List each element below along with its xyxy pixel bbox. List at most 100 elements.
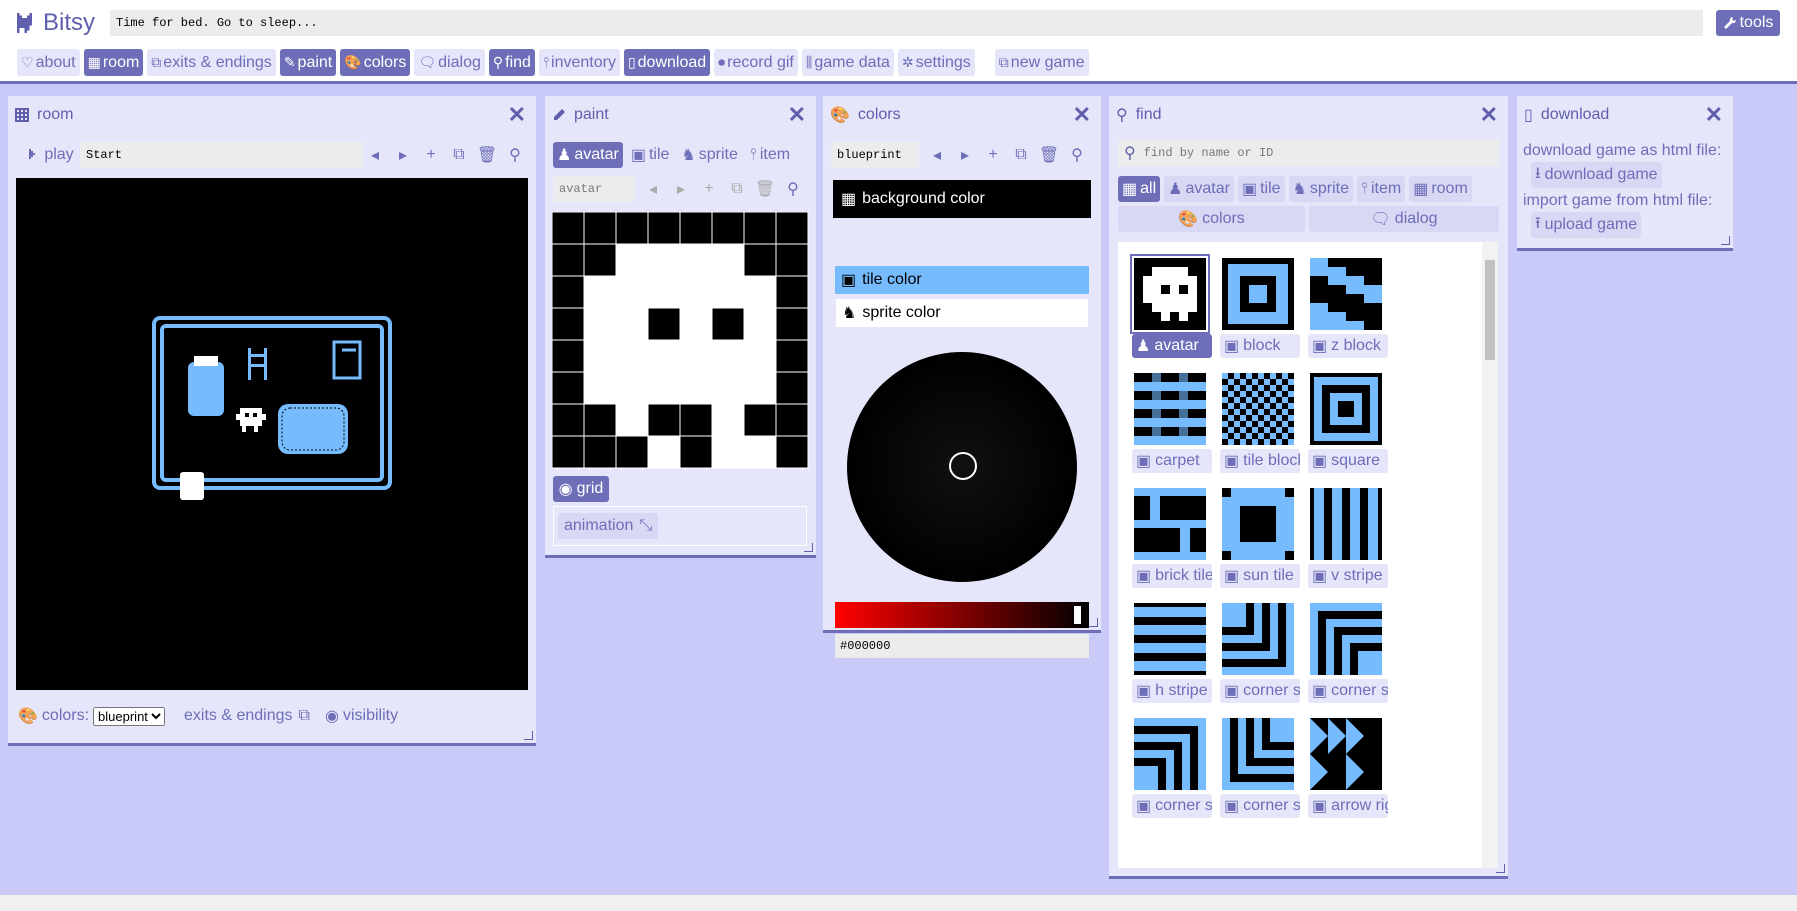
filter-avatar[interactable]: ♟ avatar bbox=[1164, 176, 1234, 202]
filter-all[interactable]: ▦ all bbox=[1118, 176, 1161, 202]
paint-pixel[interactable] bbox=[711, 275, 745, 309]
scrollbar-thumb[interactable] bbox=[1485, 260, 1495, 360]
paint-pixel[interactable] bbox=[615, 275, 649, 309]
close-icon[interactable]: ✕ bbox=[788, 102, 806, 128]
gallery-item[interactable]: ▣corner stripe bbox=[1308, 601, 1390, 716]
room-canvas[interactable] bbox=[16, 178, 528, 690]
palette-name-input[interactable]: blueprint bbox=[831, 142, 919, 168]
paint-tab-item[interactable]: ⫯ item bbox=[745, 142, 795, 168]
nav-settings[interactable]: ✲ settings bbox=[897, 49, 975, 76]
paint-pixel[interactable] bbox=[775, 435, 809, 469]
paint-pixel[interactable] bbox=[647, 371, 681, 405]
prev-drawing-button[interactable]: ◂ bbox=[641, 176, 665, 202]
paint-pixel[interactable] bbox=[615, 211, 649, 245]
tile-color-option[interactable]: ▣ tile color bbox=[835, 266, 1089, 294]
gallery-item[interactable]: ▣ square bbox=[1308, 371, 1390, 486]
paint-pixel[interactable] bbox=[775, 211, 809, 245]
background-color-option[interactable]: ▦ background color bbox=[833, 180, 1091, 218]
gallery-item[interactable]: ▣ brick tile bbox=[1132, 486, 1214, 601]
exits-endings-button[interactable]: exits & endings ⧉ bbox=[178, 702, 316, 730]
paint-pixel[interactable] bbox=[615, 339, 649, 373]
paint-pixel[interactable] bbox=[743, 435, 777, 469]
nav-paint[interactable]: ✎ paint bbox=[279, 49, 337, 76]
paint-pixel[interactable] bbox=[775, 275, 809, 309]
brightness-slider[interactable] bbox=[835, 602, 1089, 628]
paint-pixel[interactable] bbox=[551, 243, 585, 277]
nav-download[interactable]: ▯ download bbox=[623, 49, 711, 76]
animation-button[interactable]: animation ⤡ bbox=[558, 513, 659, 539]
paint-pixel[interactable] bbox=[711, 371, 745, 405]
upload-game-button[interactable]: ⭱ upload game bbox=[1531, 212, 1642, 238]
paint-pixel[interactable] bbox=[615, 371, 649, 405]
nav-record-gif[interactable]: ⏺ record gif bbox=[714, 49, 798, 76]
paint-pixel[interactable] bbox=[551, 339, 585, 373]
gallery-item[interactable]: ▣ tile block bbox=[1220, 371, 1302, 486]
nav-dialog[interactable]: 🗨 dialog bbox=[414, 49, 485, 76]
filter-tile[interactable]: ▣ tile bbox=[1237, 176, 1285, 202]
paint-pixel[interactable] bbox=[647, 211, 681, 245]
paint-pixel[interactable] bbox=[743, 307, 777, 341]
paint-pixel[interactable] bbox=[647, 243, 681, 277]
close-icon[interactable]: ✕ bbox=[1073, 102, 1091, 128]
paint-pixel[interactable] bbox=[743, 243, 777, 277]
hex-color-input[interactable]: #000000 bbox=[835, 634, 1089, 658]
paint-canvas[interactable] bbox=[551, 211, 809, 469]
delete-drawing-button[interactable]: 🗑 bbox=[753, 176, 777, 202]
delete-room-button[interactable]: 🗑 bbox=[475, 142, 499, 168]
paint-pixel[interactable] bbox=[551, 371, 585, 405]
paint-pixel[interactable] bbox=[615, 435, 649, 469]
gallery-scrollbar[interactable] bbox=[1482, 242, 1498, 868]
filter-item[interactable]: ⫯ item bbox=[1357, 176, 1406, 202]
paint-pixel[interactable] bbox=[679, 275, 713, 309]
paint-pixel[interactable] bbox=[743, 371, 777, 405]
paint-tab-avatar[interactable]: ♟ avatar bbox=[553, 142, 623, 168]
paint-pixel[interactable] bbox=[679, 243, 713, 277]
add-room-button[interactable]: + bbox=[419, 142, 443, 168]
resize-handle[interactable] bbox=[1721, 236, 1730, 245]
tools-button[interactable]: tools bbox=[1716, 10, 1780, 36]
paint-pixel[interactable] bbox=[775, 307, 809, 341]
paint-pixel[interactable] bbox=[647, 435, 681, 469]
paint-tab-sprite[interactable]: ♞ sprite bbox=[677, 142, 742, 168]
next-drawing-button[interactable]: ▸ bbox=[669, 176, 693, 202]
brightness-slider-thumb[interactable] bbox=[1073, 605, 1082, 625]
gallery-item[interactable]: ▣ sun tile bbox=[1220, 486, 1302, 601]
gallery-item[interactable]: ▣ h stripe bbox=[1132, 601, 1214, 716]
close-icon[interactable]: ✕ bbox=[1705, 102, 1723, 128]
paint-pixel[interactable] bbox=[711, 211, 745, 245]
paint-pixel[interactable] bbox=[647, 403, 681, 437]
paint-pixel[interactable] bbox=[679, 307, 713, 341]
visibility-button[interactable]: ◉ visibility bbox=[319, 702, 405, 730]
gallery-item[interactable]: ▣corner stripe bbox=[1132, 716, 1214, 831]
close-icon[interactable]: ✕ bbox=[1480, 102, 1498, 128]
filter-colors[interactable]: 🎨 colors bbox=[1118, 206, 1305, 232]
color-wheel-cursor[interactable] bbox=[949, 452, 977, 480]
resize-handle[interactable] bbox=[524, 731, 533, 740]
next-room-button[interactable]: ▸ bbox=[391, 142, 415, 168]
gallery-item[interactable]: ▣corner stripe bbox=[1220, 601, 1302, 716]
nav-new-game[interactable]: ⧉ new game bbox=[994, 49, 1089, 76]
paint-pixel[interactable] bbox=[775, 403, 809, 437]
find-room-button[interactable]: ⚲ bbox=[503, 142, 527, 168]
paint-pixel[interactable] bbox=[583, 435, 617, 469]
find-drawing-button[interactable]: ⚲ bbox=[781, 176, 805, 202]
color-wheel[interactable] bbox=[847, 352, 1077, 582]
grid-toggle-button[interactable]: ◉ grid bbox=[553, 476, 609, 502]
game-title-input[interactable] bbox=[110, 10, 1703, 36]
duplicate-palette-button[interactable]: ⧉ bbox=[1009, 142, 1033, 168]
paint-pixel[interactable] bbox=[583, 339, 617, 373]
paint-pixel[interactable] bbox=[679, 403, 713, 437]
paint-pixel[interactable] bbox=[775, 243, 809, 277]
paint-pixel[interactable] bbox=[551, 435, 585, 469]
paint-pixel[interactable] bbox=[743, 339, 777, 373]
resize-handle[interactable] bbox=[1496, 864, 1505, 873]
gallery-item[interactable]: ▣ v stripe bbox=[1308, 486, 1390, 601]
duplicate-room-button[interactable]: ⧉ bbox=[447, 142, 471, 168]
duplicate-drawing-button[interactable]: ⧉ bbox=[725, 176, 749, 202]
prev-palette-button[interactable]: ◂ bbox=[925, 142, 949, 168]
paint-pixel[interactable] bbox=[615, 403, 649, 437]
delete-palette-button[interactable]: 🗑 bbox=[1037, 142, 1061, 168]
gallery-item[interactable]: ▣arrow right bbox=[1308, 716, 1390, 831]
download-game-button[interactable]: ⭳ download game bbox=[1531, 162, 1662, 188]
paint-pixel[interactable] bbox=[743, 403, 777, 437]
